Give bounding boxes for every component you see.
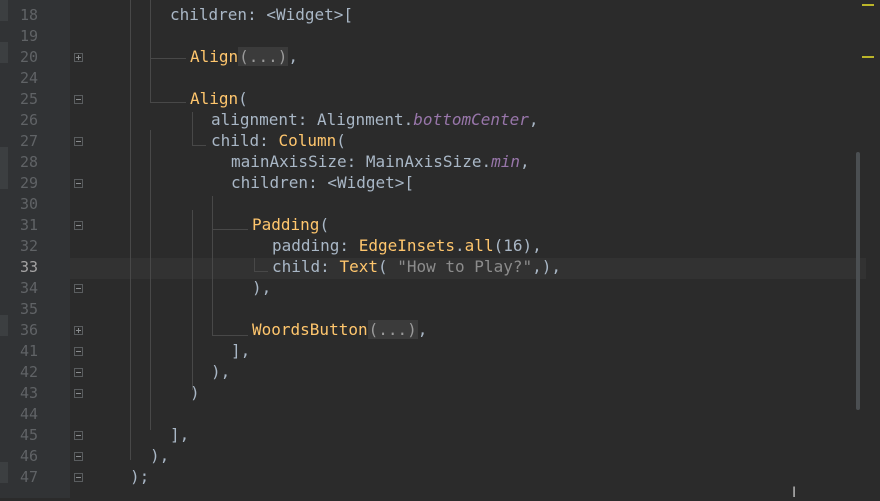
- code-line-46: ),: [150, 446, 170, 465]
- code-line-32: padding: EdgeInsets.all(16),: [272, 235, 542, 256]
- code-line-18: children: <Widget>[: [170, 5, 354, 24]
- code-token: Padding: [252, 215, 320, 234]
- code-token: ,: [528, 110, 539, 129]
- code-token: .: [455, 236, 465, 255]
- code-line-28: mainAxisSize: MainAxisSize.min,: [231, 151, 530, 172]
- code-token: (: [238, 89, 248, 108]
- code-token: padding:: [272, 236, 359, 255]
- vertical-scrollbar-thumb[interactable]: [856, 152, 860, 410]
- code-token: child:: [272, 257, 340, 276]
- code-token: all: [464, 236, 494, 255]
- folded-region[interactable]: (...): [367, 320, 418, 339]
- error-stripe[interactable]: [866, 0, 880, 498]
- code-token: mainAxisSize: MainAxisSize.: [231, 152, 492, 171]
- code-token: Align: [190, 47, 239, 66]
- code-token: ,: [288, 47, 298, 66]
- code-token: (: [377, 257, 398, 276]
- code-token: ,: [520, 152, 530, 171]
- code-line-20: Align(...),: [190, 46, 298, 67]
- code-line-29: children: <Widget>[: [231, 173, 415, 192]
- code-token: 16: [503, 236, 523, 255]
- code-token: ),: [522, 236, 542, 255]
- code-token: "How to Play?": [397, 257, 533, 276]
- code-token: (: [319, 215, 330, 234]
- folded-region[interactable]: (...): [238, 47, 289, 66]
- code-token: child:: [211, 131, 279, 150]
- warning-marker[interactable]: [862, 56, 874, 58]
- code-token: ,: [417, 320, 428, 339]
- code-line-25: Align(: [190, 88, 248, 109]
- code-token: alignment: Alignment.: [211, 110, 414, 129]
- warning-marker[interactable]: [862, 4, 874, 6]
- code-line-34: ),: [252, 278, 272, 297]
- code-line-27: child: Column(: [211, 130, 346, 151]
- code-token: (: [336, 131, 346, 150]
- code-line-45: ],: [170, 425, 190, 444]
- code-token: bottomCenter: [413, 110, 529, 129]
- code-token: Column: [278, 131, 337, 150]
- code-token: EdgeInsets: [358, 236, 456, 255]
- code-line-41: ],: [231, 341, 251, 360]
- code-line-36: WoordsButton(...),: [252, 319, 427, 340]
- code-line-42: ),: [211, 362, 231, 381]
- code-token: ,),: [532, 257, 561, 276]
- code-line-26: alignment: Alignment.bottomCenter,: [211, 109, 539, 130]
- code-line-47: );: [130, 467, 150, 486]
- code-token: min: [491, 152, 520, 171]
- code-line-33: child: Text( "How to Play?",),: [272, 256, 561, 277]
- code-token: Align: [190, 89, 239, 108]
- code-editor[interactable]: 18 19 20 24 25 26 27 28 29 30 31 32 33 3…: [0, 0, 880, 500]
- code-line-43: ): [190, 383, 200, 402]
- code-line-31: Padding(: [252, 214, 329, 235]
- code-token: (: [493, 236, 504, 255]
- code-token: WoordsButton: [252, 320, 368, 339]
- code-token: Text: [339, 257, 378, 276]
- code-area[interactable]: children: <Widget>[ Align(...), Align( a…: [0, 0, 880, 498]
